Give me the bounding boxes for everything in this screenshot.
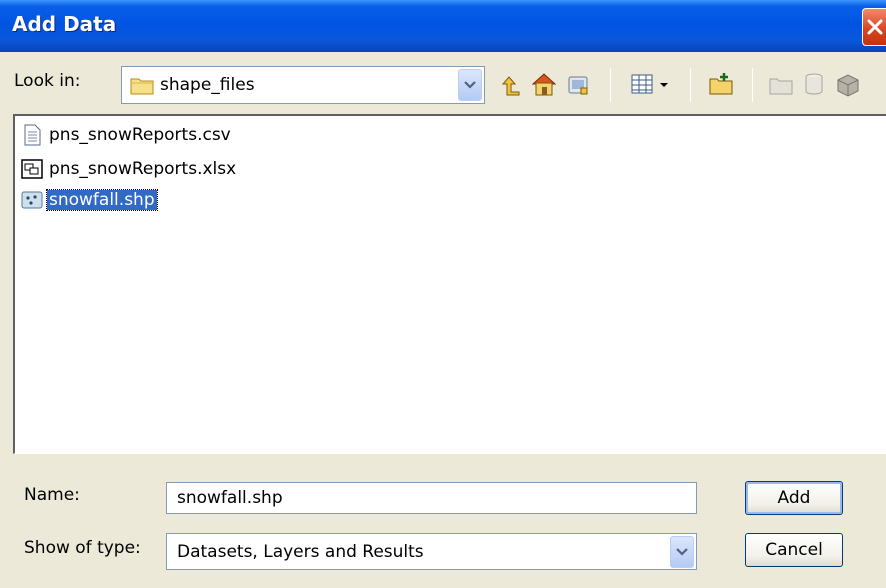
database-icon[interactable] bbox=[800, 70, 828, 98]
look-in-dropdown[interactable]: shape_files bbox=[121, 66, 485, 104]
toolbar-separator bbox=[610, 68, 611, 102]
caret-down-icon[interactable] bbox=[656, 70, 672, 98]
look-in-dropdown-button[interactable] bbox=[458, 69, 482, 101]
look-in-value: shape_files bbox=[160, 75, 255, 95]
file-item-shapefile[interactable]: snowfall.shp bbox=[21, 188, 158, 212]
toolbar-separator bbox=[690, 68, 691, 102]
text-file-icon bbox=[24, 124, 41, 146]
home-icon[interactable] bbox=[530, 70, 558, 98]
chevron-down-icon bbox=[676, 548, 688, 556]
file-item-csv[interactable]: pns_snowReports.csv bbox=[21, 123, 233, 147]
toolbox-icon[interactable] bbox=[834, 70, 862, 98]
name-label: Name: bbox=[24, 485, 80, 505]
disconnect-folder-icon[interactable] bbox=[767, 70, 795, 98]
show-of-type-label: Show of type: bbox=[24, 538, 141, 558]
name-input[interactable] bbox=[166, 482, 697, 514]
table-file-icon bbox=[21, 159, 43, 179]
cancel-button[interactable]: Cancel bbox=[745, 533, 843, 567]
dialog-title: Add Data bbox=[12, 12, 117, 36]
close-icon bbox=[867, 19, 883, 35]
file-name: pns_snowReports.xlsx bbox=[49, 159, 237, 179]
folder-icon bbox=[130, 78, 154, 95]
file-item-xlsx[interactable]: pns_snowReports.xlsx bbox=[21, 157, 238, 181]
view-options-icon[interactable] bbox=[628, 70, 656, 98]
close-button[interactable] bbox=[862, 8, 886, 46]
show-of-type-dropdown-button[interactable] bbox=[670, 536, 694, 568]
title-bar: Add Data bbox=[0, 0, 886, 52]
show-of-type-dropdown[interactable]: Datasets, Layers and Results bbox=[166, 533, 697, 570]
file-list[interactable]: pns_snowReports.csv pns_snowReports.xlsx… bbox=[13, 114, 886, 454]
file-name: pns_snowReports.csv bbox=[49, 125, 231, 145]
add-button[interactable]: Add bbox=[745, 481, 843, 515]
point-shapefile-icon bbox=[21, 191, 43, 209]
file-name: snowfall.shp bbox=[46, 189, 158, 211]
chevron-down-icon bbox=[464, 81, 476, 89]
up-one-level-icon[interactable] bbox=[497, 70, 525, 98]
look-in-label: Look in: bbox=[14, 71, 81, 91]
toolbar-separator bbox=[752, 68, 753, 102]
add-data-dialog: Add Data Look in: shape_files pns_snowRe… bbox=[0, 0, 886, 588]
show-of-type-value: Datasets, Layers and Results bbox=[177, 542, 424, 562]
connect-folder-icon[interactable] bbox=[565, 70, 593, 98]
new-folder-icon[interactable] bbox=[707, 70, 735, 98]
